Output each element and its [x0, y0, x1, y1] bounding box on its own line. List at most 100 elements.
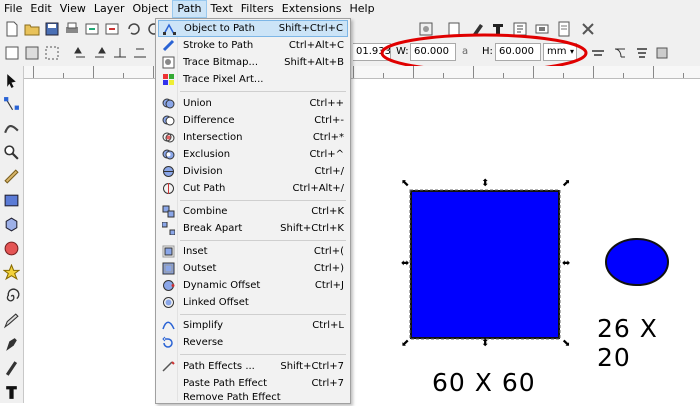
print-icon[interactable]	[64, 21, 80, 37]
menu-item-cut-path[interactable]: Cut Path Ctrl+Alt+/	[158, 180, 348, 197]
menu-item-label: Intersection	[183, 132, 243, 143]
box-3d-tool-icon[interactable]	[3, 216, 20, 233]
scale-stroke-icon[interactable]	[590, 45, 606, 61]
measure-tool-icon[interactable]	[3, 168, 20, 185]
menu-item-dynamic-offset[interactable]: Dynamic Offset Ctrl+J	[158, 277, 348, 294]
menu-item-remove-path-effect[interactable]: Remove Path Effect	[158, 389, 348, 406]
scale-handle-w[interactable]: ⬌	[401, 259, 409, 269]
scale-handle-nw[interactable]: ⬉	[401, 179, 409, 189]
menu-path[interactable]: Path	[172, 0, 207, 18]
scale-handle-ne[interactable]: ⬈	[562, 179, 570, 189]
selected-square[interactable]	[398, 178, 576, 350]
menu-item-simplify[interactable]: Simplify Ctrl+L	[158, 317, 348, 334]
menu-item-trace-pixel-art[interactable]: Trace Pixel Art...	[158, 71, 348, 88]
menu-edit[interactable]: Edit	[26, 0, 55, 18]
move-patterns-icon[interactable]	[654, 45, 670, 61]
menu-item-object-to-path[interactable]: Object to Path Shift+Ctrl+C	[158, 20, 348, 37]
menu-item-label: Outset	[183, 263, 217, 274]
menu-item-combine[interactable]: Combine Ctrl+K	[158, 203, 348, 220]
save-icon[interactable]	[44, 21, 60, 37]
scale-handle-n[interactable]: ⬍	[481, 179, 489, 189]
menu-filters[interactable]: Filters	[237, 0, 278, 18]
selector-tool-icon[interactable]	[3, 72, 20, 89]
menu-layer[interactable]: Layer	[90, 0, 129, 18]
menu-text[interactable]: Text	[207, 0, 237, 18]
inset-icon	[162, 245, 175, 258]
flip-vertical-icon[interactable]	[132, 45, 148, 61]
trace-bitmap-icon	[162, 56, 175, 69]
toolbox	[0, 66, 24, 403]
rotate-ccw-icon[interactable]	[72, 45, 88, 61]
select-all-layers-icon[interactable]	[24, 45, 40, 61]
scale-handle-e[interactable]: ⬌	[562, 259, 570, 269]
flip-horizontal-icon[interactable]	[112, 45, 128, 61]
pen-tool-icon[interactable]	[3, 336, 20, 353]
menu-item-shortcut: Shift+Ctrl+C	[278, 23, 343, 34]
menu-item-shortcut: Ctrl+-	[314, 115, 344, 126]
menu-item-path-effects[interactable]: Path Effects ... Shift+Ctrl+7	[158, 358, 348, 375]
pencil-tool-icon[interactable]	[3, 312, 20, 329]
menu-view[interactable]: View	[56, 0, 90, 18]
zoom-tool-icon[interactable]	[3, 144, 20, 161]
difference-icon	[162, 115, 175, 126]
menu-item-trace-bitmap[interactable]: Trace Bitmap... Shift+Alt+B	[158, 54, 348, 71]
menu-item-label: Remove Path Effect	[183, 392, 281, 403]
select-all-icon[interactable]	[4, 45, 20, 61]
blue-ellipse[interactable]	[603, 236, 671, 288]
rectangle-tool-icon[interactable]	[3, 192, 20, 209]
menu-help[interactable]: Help	[345, 0, 378, 18]
import-icon[interactable]	[84, 21, 100, 37]
move-gradients-icon[interactable]	[634, 45, 650, 61]
new-document-icon[interactable]	[4, 21, 20, 37]
menu-item-label: Linked Offset	[183, 297, 249, 308]
node-tool-icon[interactable]	[3, 96, 20, 113]
star-tool-icon[interactable]	[3, 264, 20, 281]
deselect-icon[interactable]	[44, 45, 60, 61]
menu-item-inset[interactable]: Inset Ctrl+(	[158, 243, 348, 260]
menu-item-shortcut: Ctrl++	[309, 98, 344, 109]
menu-item-difference[interactable]: Difference Ctrl+-	[158, 112, 348, 129]
menu-item-outset[interactable]: Outset Ctrl+)	[158, 260, 348, 277]
menu-item-exclusion[interactable]: Exclusion Ctrl+^	[158, 146, 348, 163]
open-folder-icon[interactable]	[24, 21, 40, 37]
menu-item-label: Cut Path	[183, 183, 226, 194]
undo-icon[interactable]	[126, 21, 142, 37]
scale-handle-sw[interactable]: ⬋	[401, 339, 409, 349]
spiral-tool-icon[interactable]	[3, 288, 20, 305]
menu-item-label: Break Apart	[183, 223, 243, 234]
scale-handle-s[interactable]: ⬍	[481, 339, 489, 349]
ellipse-size-caption: 26 X 20	[597, 314, 658, 372]
menu-item-shortcut: Shift+Ctrl+7	[280, 361, 344, 372]
menu-item-shortcut: Shift+Ctrl+K	[280, 223, 344, 234]
horizontal-ruler	[23, 66, 700, 79]
menu-item-union[interactable]: Union Ctrl++	[158, 95, 348, 112]
scale-corners-icon[interactable]	[612, 45, 628, 61]
menu-item-intersection[interactable]: Intersection Ctrl+*	[158, 129, 348, 146]
menu-extensions[interactable]: Extensions	[278, 0, 346, 18]
menu-item-shortcut: Ctrl+K	[311, 206, 344, 217]
tweak-tool-icon[interactable]	[3, 120, 20, 137]
calligraphy-tool-icon[interactable]	[3, 360, 20, 377]
object-to-path-icon	[163, 23, 176, 35]
rotate-cw-icon[interactable]	[92, 45, 108, 61]
path-effects-icon	[162, 361, 175, 372]
menu-item-label: Exclusion	[183, 149, 231, 160]
division-icon	[163, 166, 174, 177]
menu-separator	[180, 354, 346, 355]
export-icon[interactable]	[104, 21, 120, 37]
scale-handle-se[interactable]: ⬊	[562, 339, 570, 349]
menu-item-label: Reverse	[183, 337, 224, 348]
menu-item-break-apart[interactable]: Break Apart Shift+Ctrl+K	[158, 220, 348, 237]
menu-item-label: Union	[183, 98, 212, 109]
linked-offset-icon	[163, 297, 174, 308]
ellipse-tool-icon[interactable]	[3, 240, 20, 257]
menu-item-shortcut: Ctrl+)	[313, 263, 344, 274]
menu-item-division[interactable]: Division Ctrl+/	[158, 163, 348, 180]
menu-item-reverse[interactable]: Reverse	[158, 334, 348, 351]
simplify-icon	[162, 321, 175, 330]
text-tool-icon[interactable]	[3, 384, 20, 401]
menu-item-linked-offset[interactable]: Linked Offset	[158, 294, 348, 311]
menu-file[interactable]: File	[0, 0, 26, 18]
menu-object[interactable]: Object	[129, 0, 173, 18]
menu-item-stroke-to-path[interactable]: Stroke to Path Ctrl+Alt+C	[158, 37, 348, 54]
